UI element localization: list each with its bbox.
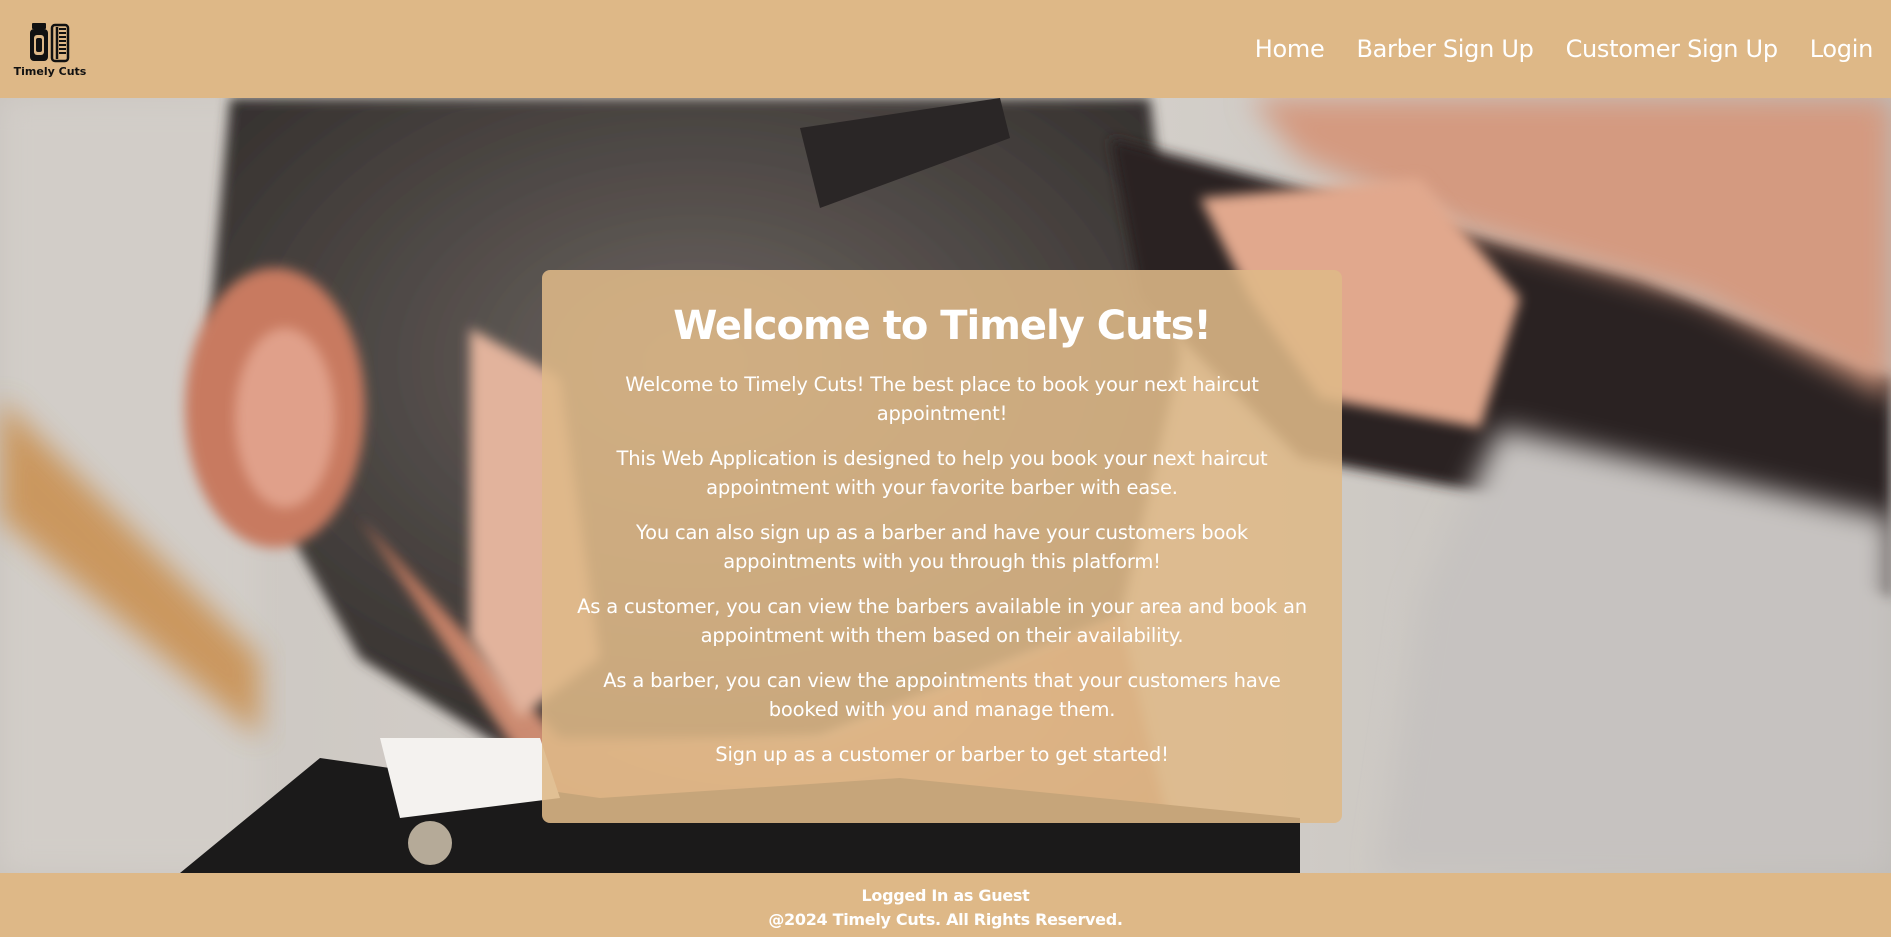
- brand-name: Timely Cuts: [13, 64, 87, 78]
- nav-customer-signup-link[interactable]: Customer Sign Up: [1566, 35, 1778, 63]
- footer: Logged In as Guest @2024 Timely Cuts. Al…: [0, 873, 1891, 937]
- login-status: Logged In as Guest: [861, 886, 1030, 905]
- hero-section: Welcome to Timely Cuts! Welcome to Timel…: [0, 98, 1891, 873]
- welcome-paragraph: This Web Application is designed to help…: [616, 447, 1268, 499]
- nav-barber-signup-link[interactable]: Barber Sign Up: [1356, 35, 1533, 63]
- nav-login-link[interactable]: Login: [1810, 35, 1874, 63]
- welcome-title: Welcome to Timely Cuts!: [673, 303, 1212, 349]
- welcome-card: Welcome to Timely Cuts! Welcome to Timel…: [542, 270, 1342, 823]
- welcome-paragraph: Sign up as a customer or barber to get s…: [715, 743, 1169, 766]
- navbar: Timely Cuts Home Barber Sign Up Customer…: [0, 0, 1891, 98]
- welcome-paragraph: As a customer, you can view the barbers …: [577, 595, 1307, 647]
- welcome-paragraph: As a barber, you can view the appointmen…: [603, 669, 1281, 721]
- nav-links: Home Barber Sign Up Customer Sign Up Log…: [1255, 35, 1874, 63]
- clipper-and-comb-icon: [30, 22, 70, 62]
- welcome-paragraph: Welcome to Timely Cuts! The best place t…: [625, 373, 1259, 425]
- brand-logo[interactable]: Timely Cuts: [14, 21, 86, 78]
- nav-home-link[interactable]: Home: [1255, 35, 1325, 63]
- welcome-paragraph: You can also sign up as a barber and hav…: [635, 521, 1249, 573]
- copyright: @2024 Timely Cuts. All Rights Reserved.: [768, 910, 1123, 929]
